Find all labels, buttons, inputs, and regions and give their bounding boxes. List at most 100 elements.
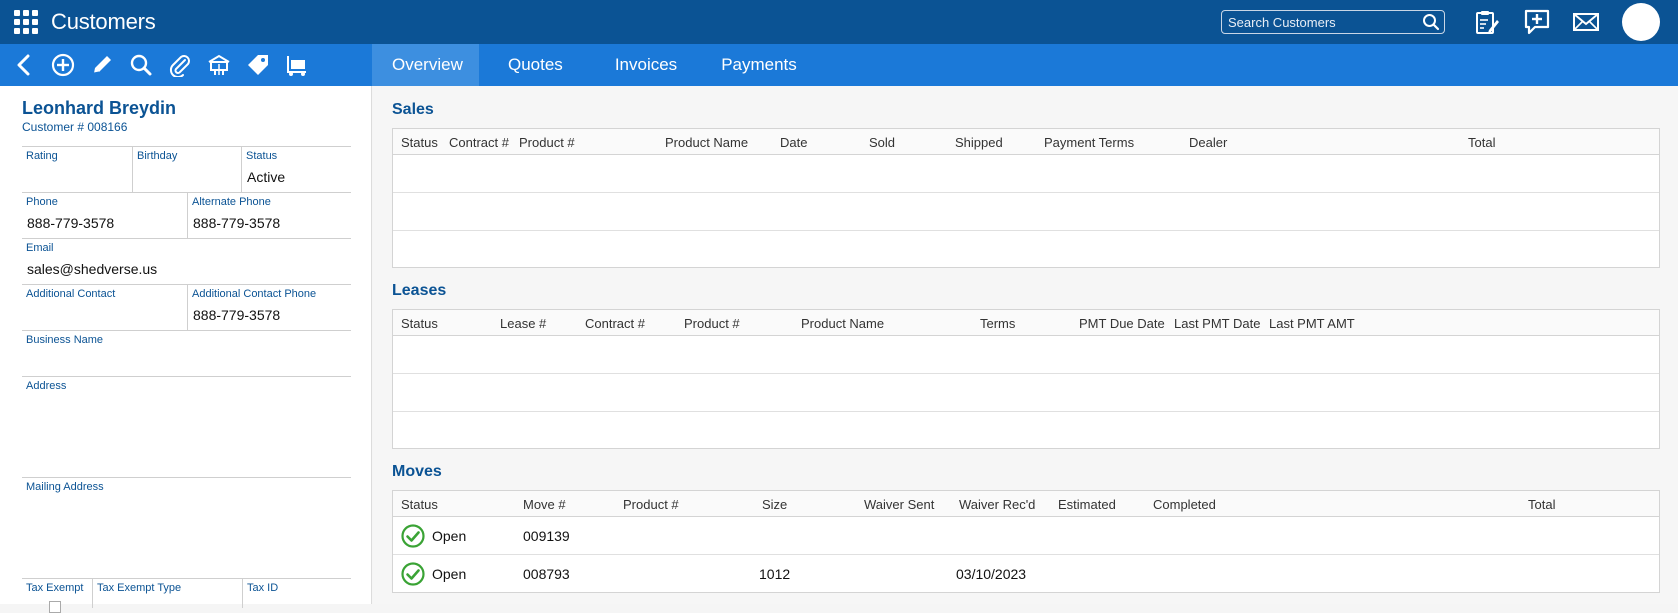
- additional-contact-field[interactable]: Additional Contact: [22, 285, 187, 330]
- clipboard-edit-icon[interactable]: [1472, 8, 1500, 36]
- moves-col-status[interactable]: Status: [401, 497, 438, 512]
- mailing-address-field[interactable]: Mailing Address: [22, 478, 351, 578]
- apps-grid-icon[interactable]: [14, 10, 38, 34]
- mail-icon[interactable]: [1572, 8, 1600, 36]
- tax-exempt-checkbox[interactable]: [49, 601, 61, 613]
- business-name-row: Business Name: [22, 330, 351, 376]
- check-circle-icon: [401, 562, 425, 586]
- table-row[interactable]: [393, 412, 1659, 450]
- tax-exempt-type-label: Tax Exempt Type: [97, 582, 182, 594]
- rating-field[interactable]: Rating: [22, 147, 132, 192]
- moves-col-waiver-recd[interactable]: Waiver Rec'd: [959, 497, 1035, 512]
- leases-col-last-pmt-date[interactable]: Last PMT Date: [1174, 316, 1260, 331]
- rating-row: Rating Birthday Status Active: [22, 146, 351, 192]
- move-number: 009139: [523, 528, 570, 544]
- additional-contact-phone-field[interactable]: Additional Contact Phone 888-779-3578: [187, 285, 351, 330]
- leases-col-contract[interactable]: Contract #: [585, 316, 645, 331]
- avatar[interactable]: [1622, 3, 1660, 41]
- tax-exempt-label: Tax Exempt: [26, 582, 84, 594]
- sales-col-shipped[interactable]: Shipped: [955, 135, 1003, 150]
- leases-col-terms[interactable]: Terms: [980, 316, 1015, 331]
- search-input[interactable]: [1222, 11, 1412, 33]
- customer-name: Leonhard Breydin: [22, 98, 177, 118]
- rating-label: Rating: [26, 150, 58, 162]
- sales-col-total[interactable]: Total: [1468, 135, 1495, 150]
- phone-label: Phone: [26, 196, 58, 208]
- app-title: Customers: [51, 9, 156, 34]
- additional-contact-label: Additional Contact: [26, 288, 116, 300]
- tab-quotes[interactable]: Quotes: [479, 44, 583, 86]
- status-field[interactable]: Status Active: [241, 147, 351, 192]
- check-circle-icon: [401, 524, 425, 548]
- additional-contact-row: Additional Contact Additional Contact Ph…: [22, 284, 351, 330]
- phone-field[interactable]: Phone 888-779-3578: [22, 193, 187, 238]
- leases-col-status[interactable]: Status: [401, 316, 438, 331]
- moves-col-total[interactable]: Total: [1528, 497, 1555, 512]
- moves-col-estimated[interactable]: Estimated: [1058, 497, 1116, 512]
- tab-payments[interactable]: Payments: [697, 44, 817, 86]
- overview-panel: Sales Status Contract # Product # Produc…: [373, 86, 1678, 604]
- leases-col-last-pmt-amt[interactable]: Last PMT AMT: [1269, 316, 1355, 331]
- move-status: Open: [432, 566, 467, 582]
- leases-col-product-name[interactable]: Product Name: [801, 316, 884, 331]
- sales-col-product-name[interactable]: Product Name: [665, 135, 748, 150]
- phone-row: Phone 888-779-3578 Alternate Phone 888-7…: [22, 192, 351, 238]
- moves-col-product-no[interactable]: Product #: [623, 497, 679, 512]
- mailing-address-label: Mailing Address: [26, 481, 104, 493]
- business-name-field[interactable]: Business Name: [22, 331, 351, 376]
- tab-overview[interactable]: Overview: [372, 44, 479, 86]
- table-row[interactable]: [393, 231, 1659, 269]
- table-row[interactable]: [393, 193, 1659, 231]
- table-row[interactable]: [393, 336, 1659, 374]
- table-row[interactable]: Open 009139: [393, 517, 1659, 555]
- tab-invoices[interactable]: Invoices: [583, 44, 697, 86]
- record-toolbar: [0, 44, 372, 86]
- sales-col-contract[interactable]: Contract #: [449, 135, 509, 150]
- moves-col-waiver-sent[interactable]: Waiver Sent: [864, 497, 934, 512]
- customer-number: Customer # 008166: [22, 120, 128, 134]
- sales-col-date[interactable]: Date: [780, 135, 807, 150]
- add-comment-icon[interactable]: [1523, 8, 1551, 36]
- address-label: Address: [26, 380, 67, 392]
- email-field[interactable]: Email sales@shedverse.us: [22, 239, 351, 284]
- leases-col-pmt-due[interactable]: PMT Due Date: [1079, 316, 1165, 331]
- add-icon[interactable]: [51, 53, 75, 77]
- email-label: Email: [26, 242, 54, 254]
- edit-icon[interactable]: [90, 53, 114, 77]
- email-value: sales@shedverse.us: [27, 261, 158, 277]
- moves-col-move-no[interactable]: Move #: [523, 497, 566, 512]
- tag-icon[interactable]: [246, 53, 270, 77]
- address-row: Address: [22, 376, 351, 477]
- table-row[interactable]: [393, 374, 1659, 412]
- additional-contact-phone-value: 888-779-3578: [193, 307, 281, 323]
- attach-icon[interactable]: [168, 53, 192, 77]
- sales-col-payment-terms[interactable]: Payment Terms: [1044, 135, 1134, 150]
- status-value: Active: [247, 169, 286, 185]
- sales-col-dealer[interactable]: Dealer: [1189, 135, 1227, 150]
- search-icon[interactable]: [1422, 13, 1440, 31]
- leases-col-lease-no[interactable]: Lease #: [500, 316, 546, 331]
- sales-col-product-no[interactable]: Product #: [519, 135, 575, 150]
- search-icon[interactable]: [129, 53, 153, 77]
- table-row[interactable]: Open 008793 1012 03/10/2023: [393, 555, 1659, 593]
- moves-table: Status Move # Product # Size Waiver Sent…: [392, 490, 1660, 593]
- move-waiver-recd: 03/10/2023: [956, 566, 1027, 582]
- leases-col-product-no[interactable]: Product #: [684, 316, 740, 331]
- birthday-field[interactable]: Birthday: [132, 147, 241, 192]
- sales-col-status[interactable]: Status: [401, 135, 438, 150]
- sales-col-sold[interactable]: Sold: [869, 135, 895, 150]
- leases-title: Leases: [392, 282, 447, 299]
- moves-col-size[interactable]: Size: [762, 497, 787, 512]
- table-row[interactable]: [393, 155, 1659, 193]
- alternate-phone-label: Alternate Phone: [192, 196, 271, 208]
- alternate-phone-field[interactable]: Alternate Phone 888-779-3578: [187, 193, 351, 238]
- sales-title: Sales: [392, 101, 434, 118]
- address-field[interactable]: Address: [22, 377, 351, 477]
- back-icon[interactable]: [12, 53, 36, 77]
- moves-col-completed[interactable]: Completed: [1153, 497, 1216, 512]
- shed-move-icon[interactable]: [207, 53, 231, 77]
- phone-value: 888-779-3578: [27, 215, 115, 231]
- additional-contact-phone-label: Additional Contact Phone: [192, 288, 317, 300]
- dolly-icon[interactable]: [285, 53, 309, 77]
- email-row: Email sales@shedverse.us: [22, 238, 351, 284]
